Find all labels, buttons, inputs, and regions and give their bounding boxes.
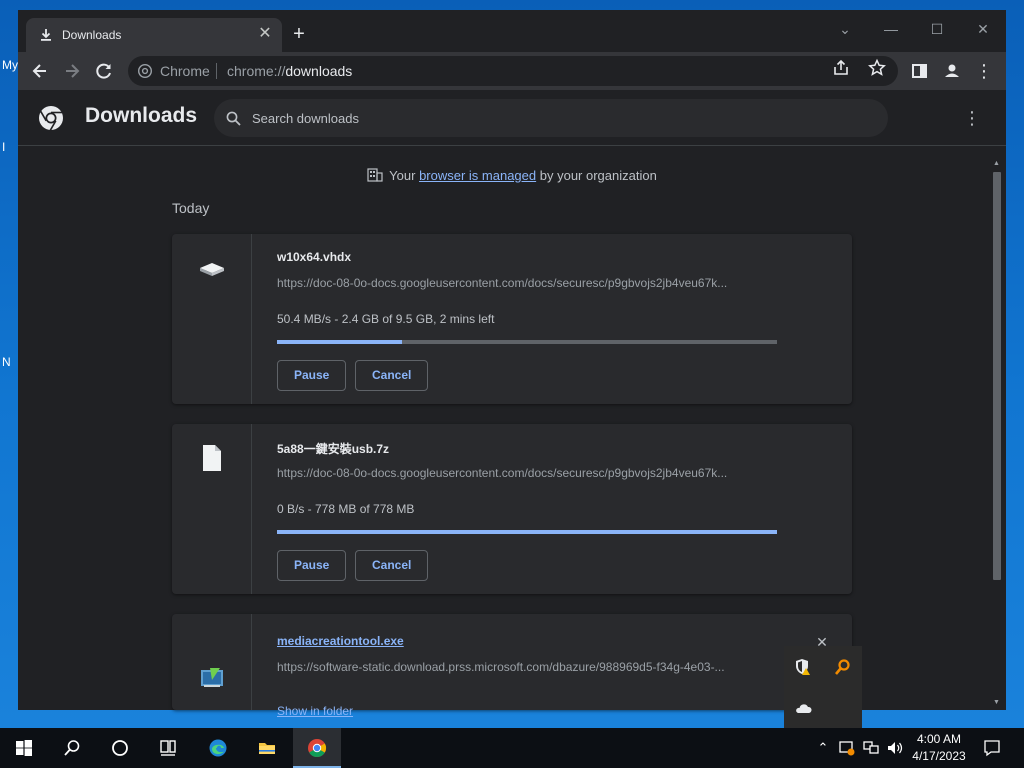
maximize-button[interactable]: ☐ bbox=[914, 14, 960, 44]
chrome-logo-icon bbox=[39, 106, 63, 131]
chrome-window: Downloads ✕ + ⌄ — ☐ ✕ Chrome chrome://do… bbox=[18, 10, 1006, 718]
tab-strip: Downloads ✕ + ⌄ — ☐ ✕ bbox=[18, 10, 1006, 52]
pause-button[interactable]: Pause bbox=[277, 550, 347, 581]
cortana-circle-icon bbox=[112, 740, 128, 756]
security-shield-icon[interactable] bbox=[794, 658, 812, 676]
forward-icon[interactable] bbox=[59, 58, 85, 84]
address-bar[interactable]: Chrome chrome://downloads bbox=[128, 56, 898, 86]
tab-search-icon[interactable]: ⌄ bbox=[822, 14, 868, 44]
clock-time: 4:00 AM bbox=[916, 732, 962, 746]
scroll-thumb[interactable] bbox=[993, 172, 1001, 580]
taskbar: ⌃ 4:00 AM 4/17/2023 bbox=[0, 728, 1024, 768]
chrome-icon bbox=[138, 64, 152, 78]
icon-column bbox=[172, 424, 252, 594]
show-hidden-icons-chevron-icon[interactable]: ⌃ bbox=[814, 739, 832, 757]
notification-center-icon[interactable] bbox=[982, 738, 1002, 758]
divider bbox=[216, 63, 217, 79]
search-icon bbox=[64, 740, 80, 756]
tab-downloads[interactable]: Downloads ✕ bbox=[26, 18, 282, 52]
pause-button[interactable]: Pause bbox=[277, 360, 347, 391]
download-status: 50.4 MB/s - 2.4 GB of 9.5 GB, 2 mins lef… bbox=[277, 312, 495, 326]
scrollbar[interactable]: ▲ ▼ bbox=[990, 156, 1004, 710]
search-magnifier-icon[interactable] bbox=[834, 658, 852, 676]
share-icon[interactable] bbox=[830, 58, 852, 84]
icon-column bbox=[172, 234, 252, 404]
task-view-icon bbox=[160, 740, 176, 756]
edge-taskbar-button[interactable] bbox=[194, 728, 242, 768]
download-status: 0 B/s - 778 MB of 778 MB bbox=[277, 502, 415, 516]
folder-icon bbox=[259, 743, 275, 754]
managed-notice: Your browser is managed by your organiza… bbox=[18, 168, 1006, 183]
tab-title: Downloads bbox=[62, 28, 122, 42]
file-url[interactable]: https://doc-08-0o-docs.googleusercontent… bbox=[277, 276, 777, 290]
network-icon[interactable] bbox=[862, 739, 880, 757]
reload-icon[interactable] bbox=[91, 58, 117, 84]
toolbar: Chrome chrome://downloads ⋮ bbox=[18, 52, 1006, 90]
scroll-down-arrow-icon[interactable]: ▼ bbox=[993, 699, 1000, 706]
download-item: 5a88一鍵安裝usb.7z https://doc-08-0o-docs.go… bbox=[172, 424, 852, 594]
disk-drive-icon bbox=[200, 263, 224, 276]
file-name-link[interactable]: mediacreationtool.exe bbox=[277, 634, 404, 648]
progress-bar-fill bbox=[277, 530, 777, 534]
scroll-up-arrow-icon[interactable]: ▲ bbox=[993, 160, 1000, 167]
tray-overflow-popup bbox=[784, 646, 862, 728]
progress-bar bbox=[277, 340, 777, 344]
desktop-icon-label[interactable]: N bbox=[2, 355, 11, 369]
close-icon[interactable]: ✕ bbox=[256, 25, 274, 43]
site-chip: Chrome bbox=[160, 63, 210, 79]
clock-date: 4/17/2023 bbox=[912, 749, 966, 763]
file-name: w10x64.vhdx bbox=[277, 250, 352, 264]
start-button[interactable] bbox=[0, 728, 48, 768]
page-header: Downloads ⋮ bbox=[18, 90, 1006, 146]
building-icon bbox=[367, 168, 383, 182]
taskbar-search-button[interactable] bbox=[48, 728, 96, 768]
volume-icon[interactable] bbox=[886, 739, 904, 757]
onedrive-cloud-icon[interactable] bbox=[794, 700, 812, 718]
menu-kebab-icon[interactable]: ⋮ bbox=[971, 58, 997, 84]
back-icon[interactable] bbox=[27, 58, 53, 84]
cortana-button[interactable] bbox=[96, 728, 144, 768]
search-input[interactable] bbox=[252, 99, 872, 137]
download-item: mediacreationtool.exe ✕ https://software… bbox=[172, 614, 852, 718]
search-icon bbox=[226, 111, 241, 126]
bookmark-star-icon[interactable] bbox=[866, 58, 888, 84]
minimize-button[interactable]: — bbox=[868, 14, 914, 44]
icon-column bbox=[172, 614, 252, 710]
chrome-icon bbox=[308, 739, 327, 758]
downloads-page: Downloads ⋮ Your browser is managed by y… bbox=[18, 90, 1006, 718]
managed-suffix: by your organization bbox=[539, 168, 657, 183]
progress-bar bbox=[277, 530, 777, 534]
edge-icon bbox=[209, 739, 227, 757]
installer-icon bbox=[201, 668, 223, 687]
download-item: w10x64.vhdx https://doc-08-0o-docs.googl… bbox=[172, 234, 852, 404]
cancel-button[interactable]: Cancel bbox=[355, 360, 429, 391]
file-explorer-taskbar-button[interactable] bbox=[243, 728, 291, 768]
side-panel-icon[interactable] bbox=[907, 58, 933, 84]
page-title: Downloads bbox=[85, 104, 198, 127]
cancel-button[interactable]: Cancel bbox=[355, 550, 429, 581]
chrome-taskbar-button[interactable] bbox=[293, 728, 341, 768]
file-url[interactable]: https://doc-08-0o-docs.googleusercontent… bbox=[277, 466, 777, 480]
show-in-folder-link[interactable]: Show in folder bbox=[277, 704, 353, 718]
desktop-icon-label[interactable]: I bbox=[2, 140, 5, 154]
desktop-icon-label[interactable]: My bbox=[2, 58, 18, 72]
tray-alert-icon[interactable] bbox=[838, 739, 856, 757]
managed-prefix: Your bbox=[389, 168, 416, 183]
file-name: 5a88一鍵安裝usb.7z bbox=[277, 442, 390, 456]
system-clock[interactable]: 4:00 AM 4/17/2023 bbox=[906, 731, 972, 765]
url-text: chrome://downloads bbox=[227, 63, 353, 79]
close-window-button[interactable]: ✕ bbox=[960, 14, 1006, 44]
download-icon bbox=[41, 29, 51, 41]
file-url[interactable]: https://software-static.download.prss.mi… bbox=[277, 660, 777, 674]
windows-icon bbox=[16, 740, 32, 756]
new-tab-button[interactable]: + bbox=[288, 24, 310, 46]
file-icon bbox=[203, 445, 221, 471]
date-section-header: Today bbox=[172, 200, 210, 216]
profile-icon[interactable] bbox=[939, 58, 965, 84]
more-actions-icon[interactable]: ⋮ bbox=[962, 108, 982, 128]
managed-link[interactable]: browser is managed bbox=[419, 168, 536, 183]
task-view-button[interactable] bbox=[144, 728, 192, 768]
search-box[interactable] bbox=[214, 99, 888, 137]
progress-bar-fill bbox=[277, 340, 402, 344]
